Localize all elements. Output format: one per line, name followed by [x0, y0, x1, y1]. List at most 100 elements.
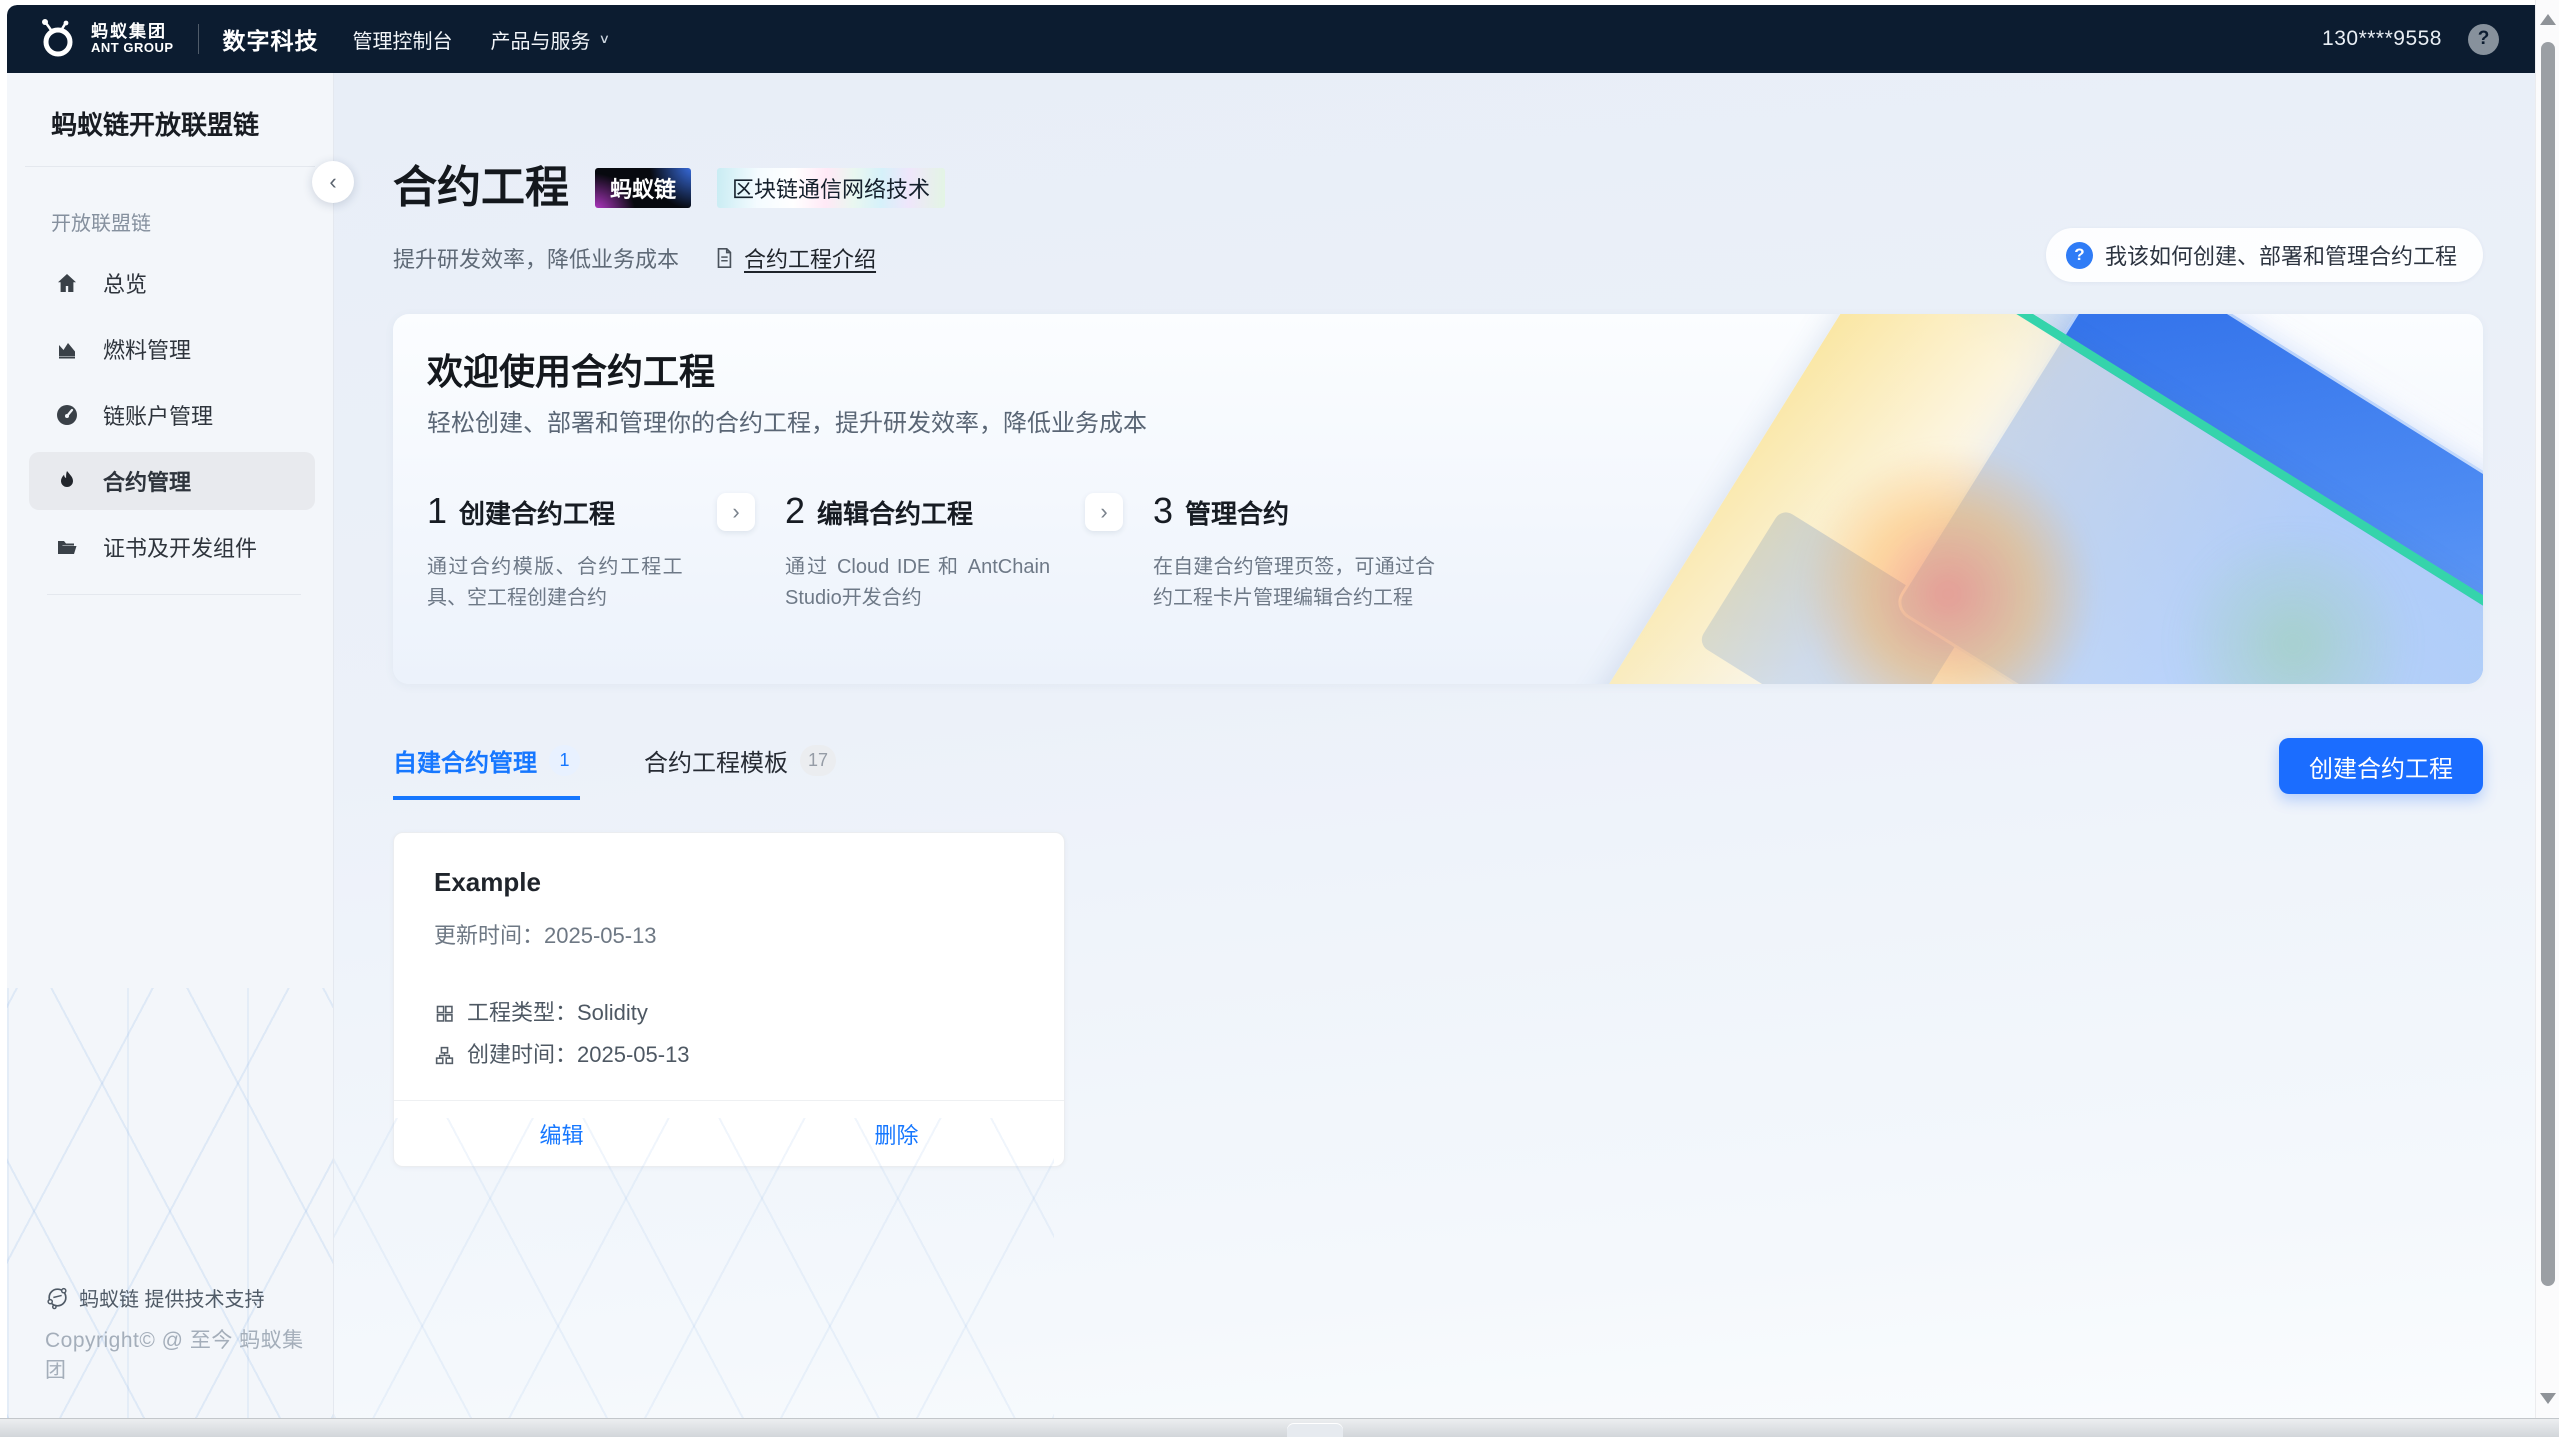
flow-icon: [434, 1045, 455, 1066]
step-description: 通过合约模版、合约工程工具、空工程创建合约: [427, 552, 683, 614]
tabs-row: 自建合约管理 1 合约工程模板 17 创建合约工程: [393, 738, 2483, 804]
step-title: 编辑合约工程: [817, 494, 973, 531]
top-navigation: 管理控制台 产品与服务 ∨: [353, 25, 611, 54]
tab-count-badge: 17: [800, 745, 836, 776]
step-title: 创建合约工程: [459, 494, 615, 531]
sidebar-item-label: 燃料管理: [103, 333, 191, 365]
body-row: 蚂蚁链开放联盟链 ‹ 开放联盟链 总览: [7, 73, 2535, 1418]
dock-handle[interactable]: [1287, 1423, 1343, 1437]
page-title-row: 合约工程 蚂蚁链 区块链通信网络技术: [393, 160, 2483, 216]
create-contract-project-button[interactable]: 创建合约工程: [2279, 738, 2483, 794]
step-description: 在自建合约管理页签，可通过合约工程卡片管理编辑合约工程: [1153, 552, 1435, 614]
screen: 蚂蚁集团 ANT GROUP 数字科技 管理控制台 产品与服务 ∨ 130***…: [0, 0, 2559, 1437]
step-number: 2: [785, 490, 805, 532]
step-head: 1 创建合约工程: [427, 490, 699, 532]
step-edit: 2 编辑合约工程 通过 Cloud IDE 和 AntChain Studio开…: [785, 490, 1067, 614]
ant-group-logo-text: 蚂蚁集团 ANT GROUP: [91, 23, 174, 54]
edit-action[interactable]: 编辑: [394, 1101, 729, 1166]
step-head: 3 管理合约: [1153, 490, 1453, 532]
help-icon[interactable]: ?: [2468, 24, 2499, 55]
sidebar-footer: 蚂蚁链 提供技术支持 Copyright© @ 至今 蚂蚁集团: [45, 1283, 317, 1384]
step-description: 通过 Cloud IDE 和 AntChain Studio开发合约: [785, 552, 1050, 614]
scroll-down-arrow[interactable]: [2540, 1393, 2556, 1404]
sidebar-item-label: 总览: [103, 267, 147, 299]
sidebar-item-contracts[interactable]: 合约管理: [29, 452, 315, 510]
nav-console-label: 管理控制台: [353, 25, 453, 54]
project-type-row: 工程类型：Solidity: [434, 996, 1024, 1030]
step-number: 3: [1153, 490, 1173, 532]
help-pill[interactable]: ? 我该如何创建、部署和管理合约工程: [2046, 228, 2483, 282]
step-manage: 3 管理合约 在自建合约管理页签，可通过合约工程卡片管理编辑合约工程: [1153, 490, 1453, 614]
sidebar-item-overview[interactable]: 总览: [29, 254, 315, 312]
project-card[interactable]: Example 更新时间：2025-05-13 工程类型：Solid: [393, 832, 1065, 1167]
delete-action[interactable]: 删除: [729, 1101, 1064, 1166]
home-icon: [55, 271, 79, 295]
question-circle-icon: ?: [2066, 242, 2093, 269]
page-subtitle: 提升研发效率，降低业务成本: [393, 242, 679, 274]
tab-contract-templates[interactable]: 合约工程模板 17: [644, 743, 836, 800]
chevron-down-icon: ∨: [599, 31, 611, 47]
sidebar-item-fuel[interactable]: 燃料管理: [29, 320, 315, 378]
intro-link: 合约工程介绍: [744, 242, 876, 274]
nav-products[interactable]: 产品与服务 ∨: [491, 25, 611, 54]
scroll-up-arrow[interactable]: [2540, 14, 2556, 25]
chevron-right-icon: ›: [1100, 499, 1107, 525]
step-arrow-button-2[interactable]: ›: [1085, 493, 1123, 531]
sidebar-item-label: 链账户管理: [103, 399, 213, 431]
help-pill-text: 我该如何创建、部署和管理合约工程: [2105, 239, 2457, 271]
logo-line1: 蚂蚁集团: [91, 23, 174, 41]
topbar: 蚂蚁集团 ANT GROUP 数字科技 管理控制台 产品与服务 ∨ 130***…: [7, 5, 2535, 73]
badge-antchain: 蚂蚁链: [595, 168, 691, 208]
question-glyph: ?: [2074, 245, 2084, 265]
copyright-text: Copyright© @ 至今 蚂蚁集团: [45, 1324, 317, 1384]
tab-count-badge: 1: [549, 745, 580, 776]
project-created-text: 创建时间：2025-05-13: [467, 1038, 690, 1072]
tab-label: 自建合约管理: [393, 743, 537, 778]
project-updated: 更新时间：2025-05-13: [434, 918, 1024, 950]
main-content: 合约工程 蚂蚁链 区块链通信网络技术 提升研发效率，降低业务成本 合约工程介绍: [334, 73, 2535, 1418]
topbar-right: 130****9558 ?: [2322, 24, 2499, 55]
tab-self-built-contracts[interactable]: 自建合约管理 1: [393, 743, 580, 800]
intro-link-wrap[interactable]: 合约工程介绍: [713, 242, 876, 274]
welcome-inner: 欢迎使用合约工程 轻松创建、部署和管理你的合约工程，提升研发效率，降低业务成本 …: [393, 314, 2483, 614]
bottom-edge-strip: [0, 1418, 2559, 1437]
nav-console[interactable]: 管理控制台: [353, 25, 453, 54]
provider-text: 蚂蚁链 提供技术支持: [79, 1283, 265, 1312]
welcome-card: 欢迎使用合约工程 轻松创建、部署和管理你的合约工程，提升研发效率，降低业务成本 …: [393, 314, 2483, 684]
flame-icon: [55, 469, 79, 493]
provider-line: 蚂蚁链 提供技术支持: [45, 1283, 317, 1312]
sidebar-item-label: 证书及开发组件: [103, 531, 257, 563]
step-create: 1 创建合约工程 通过合约模版、合约工程工具、空工程创建合约: [427, 490, 699, 614]
sidebar-group-label: 开放联盟链: [7, 167, 333, 254]
project-card-actions: 编辑 删除: [394, 1100, 1064, 1166]
sidebar-divider-bottom: [47, 594, 301, 595]
brand-title: 数字科技: [223, 22, 319, 56]
project-meta: 工程类型：Solidity 创建时间：2025-05-13: [434, 996, 1024, 1072]
sidebar-collapse-button[interactable]: ‹: [312, 161, 354, 203]
sidebar-item-certificates[interactable]: 证书及开发组件: [29, 518, 315, 576]
welcome-subtitle: 轻松创建、部署和管理你的合约工程，提升研发效率，降低业务成本: [427, 408, 2483, 440]
logo-line2: ANT GROUP: [91, 41, 174, 55]
welcome-title: 欢迎使用合约工程: [427, 350, 2483, 394]
step-head: 2 编辑合约工程: [785, 490, 1067, 532]
page-title: 合约工程: [393, 160, 569, 216]
project-type-text: 工程类型：Solidity: [467, 996, 648, 1030]
sidebar-header: 蚂蚁链开放联盟链 ‹: [7, 73, 333, 166]
topbar-divider: [198, 24, 199, 54]
sidebar: 蚂蚁链开放联盟链 ‹ 开放联盟链 总览: [7, 73, 334, 1418]
sidebar-item-chain-accounts[interactable]: 链账户管理: [29, 386, 315, 444]
step-arrow-button-1[interactable]: ›: [717, 493, 755, 531]
project-name: Example: [434, 867, 1024, 898]
ant-logo-icon: [37, 18, 79, 60]
account-phone[interactable]: 130****9558: [2322, 27, 2442, 51]
ant-group-logo[interactable]: 蚂蚁集团 ANT GROUP: [37, 18, 174, 60]
nav-products-label: 产品与服务: [491, 25, 591, 54]
chevron-right-icon: ›: [732, 499, 739, 525]
sidebar-item-label: 合约管理: [103, 465, 191, 497]
tabs: 自建合约管理 1 合约工程模板 17: [393, 743, 836, 800]
folder-icon: [55, 535, 79, 559]
scrollbar-thumb[interactable]: [2541, 42, 2555, 1286]
project-card-body: Example 更新时间：2025-05-13 工程类型：Solid: [394, 833, 1064, 1072]
vertical-scrollbar[interactable]: [2535, 0, 2559, 1418]
step-number: 1: [427, 490, 447, 532]
